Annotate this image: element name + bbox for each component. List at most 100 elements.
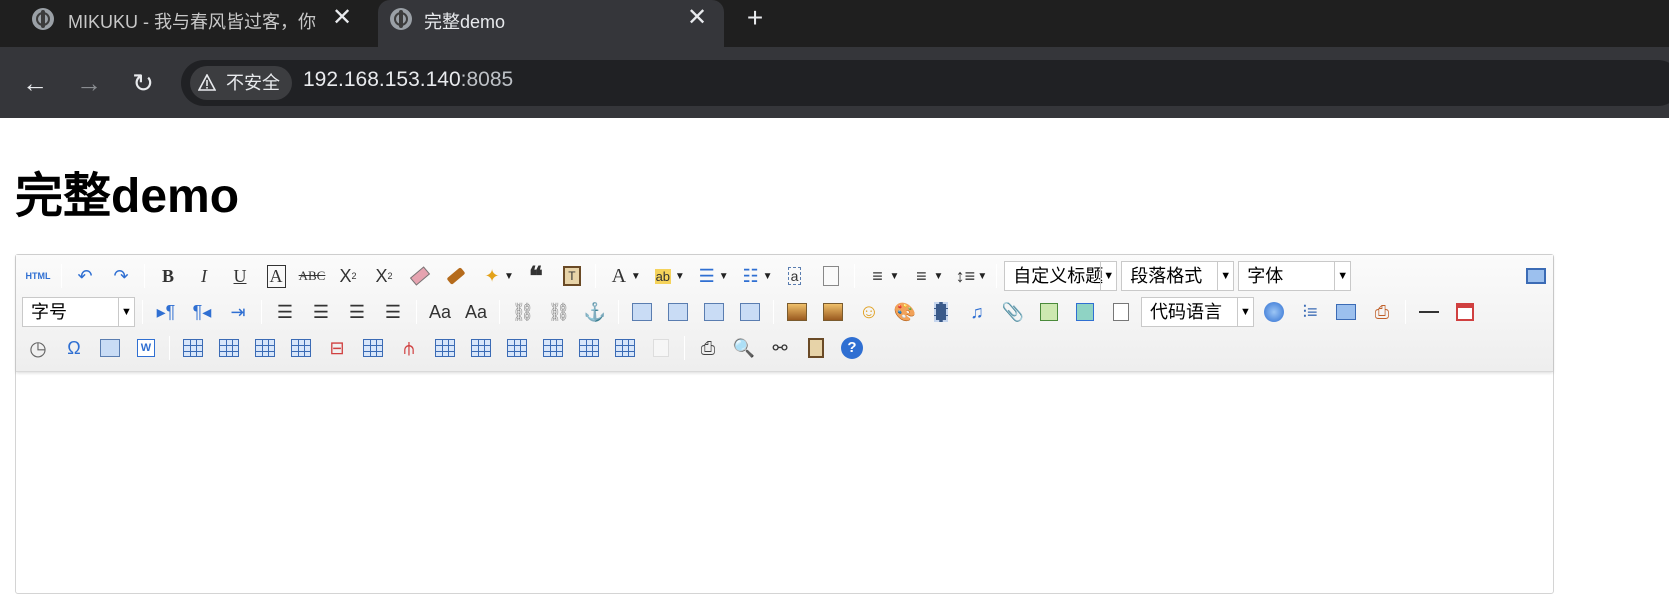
music-icon[interactable]: ♫ — [961, 298, 993, 326]
row-spacing-top-icon[interactable]: ≡ — [862, 262, 894, 290]
redo-icon[interactable]: ↷ — [105, 262, 137, 290]
unlink-icon[interactable]: ⛓ — [543, 298, 575, 326]
link-icon[interactable]: ⛓ — [507, 298, 539, 326]
blockquote-icon[interactable]: ❝ — [520, 262, 552, 290]
clear-doc-icon[interactable] — [815, 262, 847, 290]
merge-cells-icon[interactable] — [429, 334, 461, 362]
simple-upload-icon[interactable] — [781, 298, 813, 326]
image-center-icon[interactable] — [734, 298, 766, 326]
align-left-icon[interactable]: ☰ — [269, 298, 301, 326]
delete-col-icon[interactable]: ⫛ — [393, 334, 425, 362]
undo-icon[interactable]: ↶ — [69, 262, 101, 290]
italic-icon[interactable]: I — [188, 262, 220, 290]
unordered-list-icon[interactable]: ☷ — [735, 262, 767, 290]
background-color-icon[interactable]: ab — [647, 262, 679, 290]
horizontal-rule-icon[interactable] — [1413, 298, 1445, 326]
insert-col-icon[interactable] — [357, 334, 389, 362]
anchor-icon[interactable]: ⚓ — [579, 298, 611, 326]
merge-right-icon[interactable] — [465, 334, 497, 362]
scrawl-icon[interactable]: 🎨 — [889, 298, 921, 326]
lowercase-icon[interactable]: Aa — [460, 298, 492, 326]
back-button[interactable]: ← — [17, 65, 53, 101]
reload-button[interactable]: ↻ — [125, 65, 161, 101]
close-tab-icon[interactable]: ✕ — [329, 4, 355, 32]
insert-caption-icon[interactable] — [249, 334, 281, 362]
align-center-icon[interactable]: ☰ — [305, 298, 337, 326]
bold-icon[interactable]: B — [152, 262, 184, 290]
forward-button[interactable]: → — [71, 65, 107, 101]
font-border-icon[interactable]: A — [260, 262, 292, 290]
background-icon[interactable] — [1330, 298, 1362, 326]
word-paste-icon[interactable]: W — [130, 334, 162, 362]
font-color-icon[interactable]: A — [603, 262, 635, 290]
font-size-select[interactable]: 字号 ▼ — [22, 297, 135, 327]
indent-icon[interactable]: ⇥ — [222, 298, 254, 326]
code-language-select[interactable]: 代码语言 ▼ — [1141, 297, 1254, 327]
align-right-icon[interactable]: ☰ — [341, 298, 373, 326]
new-tab-button[interactable]: + — [741, 4, 769, 32]
image-none-icon[interactable] — [626, 298, 658, 326]
select-all-icon[interactable]: a — [779, 262, 811, 290]
editor-content-area[interactable] — [16, 373, 1553, 593]
emotion-icon[interactable]: ☺ — [853, 298, 885, 326]
strikethrough-icon[interactable]: ABC — [296, 262, 328, 290]
attachment-icon[interactable]: 📎 — [997, 298, 1029, 326]
insert-video-icon[interactable] — [925, 298, 957, 326]
delete-table-icon[interactable] — [213, 334, 245, 362]
merge-down-icon[interactable] — [501, 334, 533, 362]
tab-mikuku[interactable]: MIKUKU - 我与春风皆过客，你 ✕ — [0, 0, 370, 47]
direction-rtl-icon[interactable]: ¶◂ — [186, 298, 218, 326]
paragraph-format-select[interactable]: 段落格式 ▼ — [1121, 261, 1235, 291]
direction-ltr-icon[interactable]: ▸¶ — [150, 298, 182, 326]
template-icon[interactable]: ⎙ — [1366, 298, 1398, 326]
underline-icon[interactable]: U — [224, 262, 256, 290]
drafts-icon[interactable] — [800, 334, 832, 362]
url-text[interactable]: 192.168.153.140:8085 — [303, 68, 513, 92]
line-height-icon[interactable]: ↕≡ — [949, 262, 981, 290]
auto-format-icon[interactable]: ✦ — [476, 262, 508, 290]
time-icon[interactable]: ◷ — [22, 334, 54, 362]
font-family-select[interactable]: 字体 ▼ — [1238, 261, 1352, 291]
insert-row-icon[interactable] — [285, 334, 317, 362]
split-to-cols-icon[interactable] — [609, 334, 641, 362]
print-icon[interactable]: ⎙ — [692, 334, 724, 362]
special-char-icon[interactable]: Ω — [58, 334, 90, 362]
superscript-icon[interactable]: X2 — [332, 262, 364, 290]
insert-table-icon[interactable] — [177, 334, 209, 362]
fullscreen-icon[interactable] — [1520, 262, 1552, 290]
wordimage-icon[interactable] — [94, 334, 126, 362]
custom-heading-select[interactable]: 自定义标题 ▼ — [1004, 261, 1118, 291]
image-left-icon[interactable] — [662, 298, 694, 326]
tab-strip: MIKUKU - 我与春风皆过客，你 ✕ 完整demo ✕ + — [0, 0, 1669, 47]
warning-icon — [198, 74, 216, 91]
html-source-icon[interactable]: HTML — [22, 262, 54, 290]
split-to-cells-icon[interactable] — [537, 334, 569, 362]
date-icon[interactable] — [1449, 298, 1481, 326]
map-icon[interactable] — [1033, 298, 1065, 326]
tab-demo-active[interactable]: 完整demo ✕ — [378, 0, 724, 47]
eraser-icon[interactable] — [404, 262, 436, 290]
paste-plain-icon[interactable]: T — [556, 262, 588, 290]
split-to-rows-icon[interactable] — [573, 334, 605, 362]
security-label: 不安全 — [226, 73, 280, 93]
image-right-icon[interactable] — [698, 298, 730, 326]
font-size-value: 字号 — [31, 302, 67, 322]
page-break-icon[interactable]: ⫶≡ — [1294, 298, 1326, 326]
google-map-icon[interactable] — [1069, 298, 1101, 326]
web-app-icon[interactable] — [1258, 298, 1290, 326]
close-tab-icon[interactable]: ✕ — [684, 4, 710, 32]
insert-frame-icon[interactable] — [1105, 298, 1137, 326]
chevron-down-icon: ▼ — [1100, 262, 1116, 290]
align-justify-icon[interactable]: ☰ — [377, 298, 409, 326]
insert-image-icon[interactable] — [817, 298, 849, 326]
format-brush-icon[interactable] — [440, 262, 472, 290]
subscript-icon[interactable]: X2 — [368, 262, 400, 290]
uppercase-icon[interactable]: Aa — [424, 298, 456, 326]
preview-icon[interactable]: 🔍 — [728, 334, 760, 362]
search-replace-icon[interactable]: ⚯ — [764, 334, 796, 362]
chart-icon[interactable] — [645, 334, 677, 362]
ordered-list-icon[interactable]: ☰ — [691, 262, 723, 290]
row-spacing-bottom-icon[interactable]: ≡ — [905, 262, 937, 290]
delete-row-icon[interactable]: ⊟ — [321, 334, 353, 362]
help-icon[interactable]: ? — [836, 334, 868, 362]
